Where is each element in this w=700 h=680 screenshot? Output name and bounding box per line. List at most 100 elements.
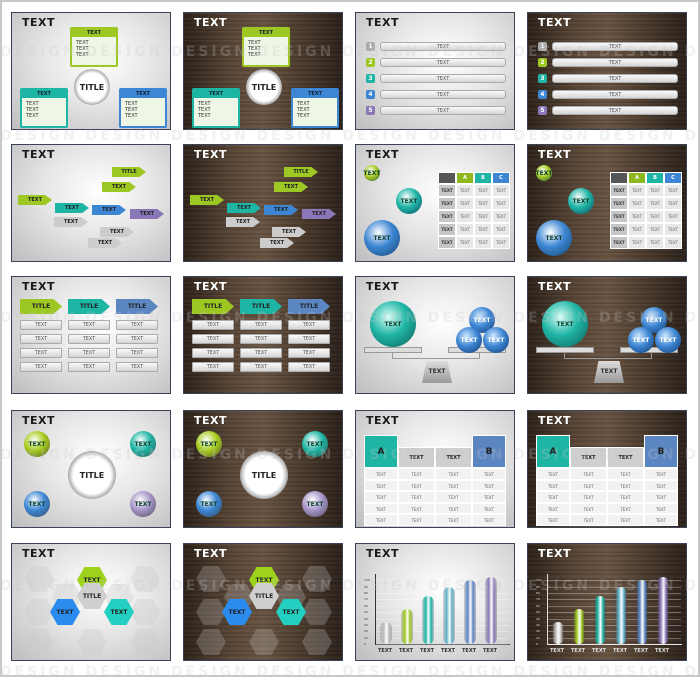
sphere-node[interactable]: TEXT (196, 431, 222, 457)
tree-node[interactable]: TEXT (226, 217, 260, 227)
column-title[interactable]: TITLE (288, 299, 330, 314)
sphere-node[interactable]: TEXT (24, 491, 50, 517)
thumbnail-numbered-list[interactable]: TEXT 1 TEXT 2 TEXT 3 TEXT 4 TEXT 5 TEXT (527, 12, 687, 130)
thumbnail-numbered-list[interactable]: TEXT 1 TEXT 2 TEXT 3 TEXT 4 TEXT 5 TEXT (355, 12, 515, 130)
tree-node[interactable]: TEXT (55, 203, 89, 213)
thumbnail-spheres-table[interactable]: TEXT TEXT TEXT TEXT A B C TEXT TEXT TEXT TEXT TEXT T… (527, 144, 687, 262)
tree-node[interactable]: TITLE (112, 167, 146, 177)
thumbnail-three-box-hub[interactable]: TEXT TEXT TEXT TEXT TEXT TEXT TEXT TEXT TEXT TEXT… (11, 12, 171, 130)
thumbnail-bar-chart[interactable]: TEXT 0 10 20 30 40 50 60 70 80 90 100 TEXT TEXT TEXT TE… (527, 543, 687, 661)
thumbnail-org-tree[interactable]: TEXT TITLE TEXT TEXT TEXT TEXT TEXT TEXT TEXT TEX… (183, 144, 343, 262)
large-sphere[interactable]: TEXT (370, 301, 416, 347)
sphere-node[interactable]: TEXT (130, 491, 156, 517)
column-row[interactable]: TEXT (20, 348, 62, 358)
tree-node[interactable]: TEXT (264, 205, 298, 215)
step-bar[interactable]: TEXT (380, 74, 506, 83)
bar-mark[interactable] (380, 621, 392, 644)
sphere-node[interactable]: TEXT (568, 188, 594, 214)
tree-node[interactable]: TITLE (284, 167, 318, 177)
sphere-node[interactable]: TEXT (302, 491, 328, 517)
column-row[interactable]: TEXT (288, 320, 330, 330)
tree-node[interactable]: TEXT (227, 203, 261, 213)
thumbnail-three-columns[interactable]: TEXT TITLE TEXT TEXT TEXT TEXT TITLE TEXT TEXT TE… (11, 276, 171, 394)
scale-base[interactable]: TEXT (422, 361, 452, 383)
sphere-node[interactable]: TEXT (24, 431, 50, 457)
bar-mark[interactable] (615, 586, 627, 644)
step-bar[interactable]: TEXT (552, 42, 678, 51)
bar-mark[interactable] (552, 621, 564, 644)
center-title-circle[interactable]: TITLE (240, 451, 288, 499)
info-box[interactable]: TEXT TEXT TEXT TEXT (20, 88, 68, 128)
center-title-circle[interactable]: TITLE (68, 451, 116, 499)
small-sphere[interactable]: TEXT (483, 327, 509, 353)
column-row[interactable]: TEXT (68, 362, 110, 372)
tree-node[interactable]: TEXT (102, 182, 136, 192)
small-sphere[interactable]: TEXT (628, 327, 654, 353)
column-row[interactable]: TEXT (288, 334, 330, 344)
tree-node[interactable]: TEXT (92, 205, 126, 215)
column-title[interactable]: TITLE (192, 299, 234, 314)
sphere-node[interactable]: TEXT (364, 165, 380, 181)
column-row[interactable]: TEXT (240, 348, 282, 358)
column-row[interactable]: TEXT (116, 362, 158, 372)
column-row[interactable]: TEXT (192, 320, 234, 330)
column-title[interactable]: TITLE (116, 299, 158, 314)
bar-mark[interactable] (464, 580, 476, 644)
tree-node[interactable]: TEXT (190, 195, 224, 205)
step-bar[interactable]: TEXT (380, 42, 506, 51)
thumbnail-hexagons[interactable]: TEXT TEXT TEXT TEXT TITLE (11, 543, 171, 661)
column-row[interactable]: TEXT (192, 334, 234, 344)
column-row[interactable]: TEXT (288, 348, 330, 358)
tree-node[interactable]: TEXT (100, 227, 134, 237)
column-title[interactable]: TITLE (240, 299, 282, 314)
info-box[interactable]: TEXT TEXT TEXT TEXT (70, 27, 118, 67)
thumbnail-spheres-table[interactable]: TEXT TEXT TEXT TEXT A B C TEXT TEXT TEXT TEXT TEXT T… (355, 144, 515, 262)
step-bar[interactable]: TEXT (380, 106, 506, 115)
small-sphere[interactable]: TEXT (456, 327, 482, 353)
column-row[interactable]: TEXT (68, 348, 110, 358)
column-row[interactable]: TEXT (240, 334, 282, 344)
tree-node[interactable]: TEXT (54, 217, 88, 227)
column-row[interactable]: TEXT (192, 348, 234, 358)
column-row[interactable]: TEXT (68, 320, 110, 330)
sphere-node[interactable]: TEXT (536, 165, 552, 181)
thumbnail-balance-scale[interactable]: TEXT TEXT TEXT TEXT TEXT TEXT (527, 276, 687, 394)
step-bar[interactable]: TEXT (552, 58, 678, 67)
thumbnail-balance-scale[interactable]: TEXT TEXT TEXT TEXT TEXT TEXT (355, 276, 515, 394)
sphere-node[interactable]: TEXT (302, 431, 328, 457)
tree-node[interactable]: TEXT (274, 182, 308, 192)
step-bar[interactable]: TEXT (380, 90, 506, 99)
step-bar[interactable]: TEXT (552, 74, 678, 83)
bar-mark[interactable] (443, 586, 455, 644)
bar-mark[interactable] (422, 596, 434, 644)
step-bar[interactable]: TEXT (552, 90, 678, 99)
thumbnail-four-spheres-hub[interactable]: TEXT TEXT TEXT TEXT TEXT TITLE (183, 410, 343, 528)
scale-base[interactable]: TEXT (594, 361, 624, 383)
center-title-circle[interactable]: TITLE (246, 69, 282, 105)
thumbnail-comparison-table[interactable]: TEXT A TEXT TEXT B TEXT TEXT TEXT TEXT TEXT TEXT TE… (527, 410, 687, 528)
column-row[interactable]: TEXT (116, 348, 158, 358)
column-row[interactable]: TEXT (192, 362, 234, 372)
sphere-node[interactable]: TEXT (364, 220, 400, 256)
column-row[interactable]: TEXT (20, 362, 62, 372)
thumbnail-org-tree[interactable]: TEXT TITLE TEXT TEXT TEXT TEXT TEXT TEXT TEXT TEX… (11, 144, 171, 262)
tree-node[interactable]: TEXT (272, 227, 306, 237)
bar-mark[interactable] (573, 609, 585, 644)
bar-mark[interactable] (657, 577, 669, 644)
bar-mark[interactable] (594, 596, 606, 644)
tree-node[interactable]: TEXT (130, 209, 164, 219)
large-sphere[interactable]: TEXT (542, 301, 588, 347)
column-row[interactable]: TEXT (116, 334, 158, 344)
sphere-node[interactable]: TEXT (196, 491, 222, 517)
thumbnail-four-spheres-hub[interactable]: TEXT TEXT TEXT TEXT TEXT TITLE (11, 410, 171, 528)
column-title[interactable]: TITLE (68, 299, 110, 314)
column-row[interactable]: TEXT (68, 334, 110, 344)
tree-node[interactable]: TEXT (88, 238, 122, 248)
thumbnail-bar-chart[interactable]: TEXT 0 10 20 30 40 50 60 70 80 90 100 TEXT TEXT TEXT TE… (355, 543, 515, 661)
center-title-circle[interactable]: TITLE (74, 69, 110, 105)
info-box[interactable]: TEXT TEXT TEXT TEXT (192, 88, 240, 128)
thumbnail-hexagons[interactable]: TEXT TEXT TEXT TEXT TITLE (183, 543, 343, 661)
bar-mark[interactable] (485, 577, 497, 644)
bar-mark[interactable] (401, 609, 413, 644)
column-row[interactable]: TEXT (288, 362, 330, 372)
